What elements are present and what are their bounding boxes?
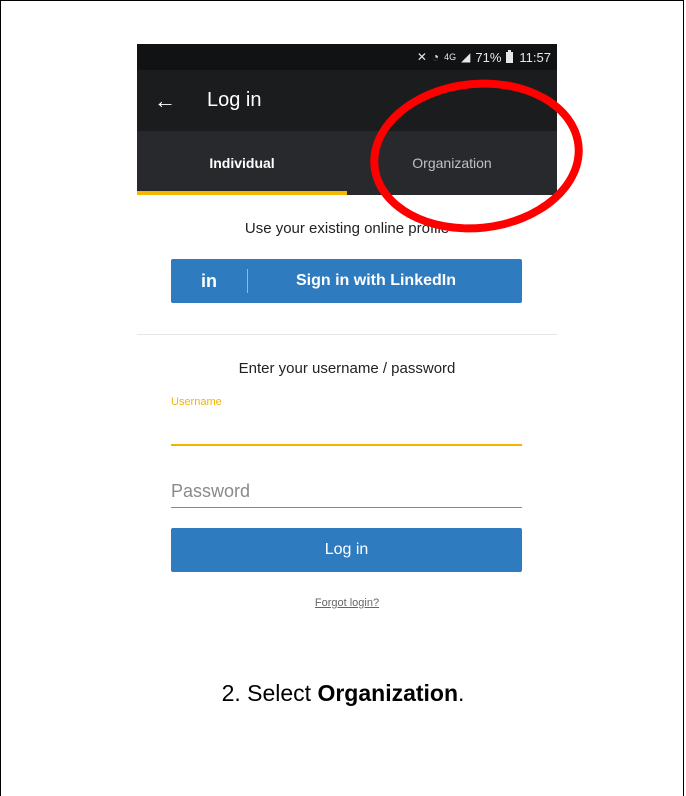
tab-label: Individual: [209, 155, 275, 171]
phone-screen: ✕ ◔ 4G ◢ 71% 11:57 ← Log in Individual O…: [137, 44, 557, 624]
mute-icon: ✕: [416, 50, 427, 64]
battery-percent: 71%: [475, 49, 502, 65]
caption-emphasis: Organization: [317, 680, 459, 706]
linkedin-icon: in: [201, 270, 217, 291]
tab-individual[interactable]: Individual: [137, 131, 347, 195]
signal-icon: ◢: [461, 50, 471, 64]
clock: 11:57: [519, 49, 551, 65]
forgot-login-link[interactable]: Forgot login?: [137, 597, 557, 609]
section-divider: [137, 334, 557, 335]
caption-suffix: .: [458, 680, 465, 706]
login-button[interactable]: Log in: [171, 528, 522, 572]
4g-icon: 4G: [444, 52, 457, 62]
username-label: Username: [171, 396, 222, 408]
tab-organization[interactable]: Organization: [347, 131, 557, 195]
active-tab-indicator: [137, 191, 347, 195]
status-bar: ✕ ◔ 4G ◢ 71% 11:57: [137, 44, 557, 70]
linkedin-button-label: Sign in with LinkedIn: [296, 272, 456, 289]
page-title: Log in: [207, 89, 262, 111]
caption-prefix: 2. Select: [221, 680, 318, 706]
linkedin-signin-button[interactable]: in Sign in with LinkedIn: [171, 259, 522, 303]
battery-icon: [506, 49, 514, 63]
app-bar: ← Log in: [137, 70, 557, 131]
arrow-left-icon[interactable]: ←: [154, 89, 194, 112]
login-tabs: Individual Organization: [137, 131, 557, 195]
password-input[interactable]: [171, 476, 522, 508]
username-input[interactable]: [171, 412, 522, 446]
intro-text: Use your existing online profile: [244, 220, 450, 237]
instruction-caption: 2. Select Organization.: [0, 680, 686, 707]
wifi-icon: ◔: [431, 50, 440, 64]
form-heading: Enter your username / password: [238, 360, 456, 377]
tab-label: Organization: [412, 155, 492, 171]
